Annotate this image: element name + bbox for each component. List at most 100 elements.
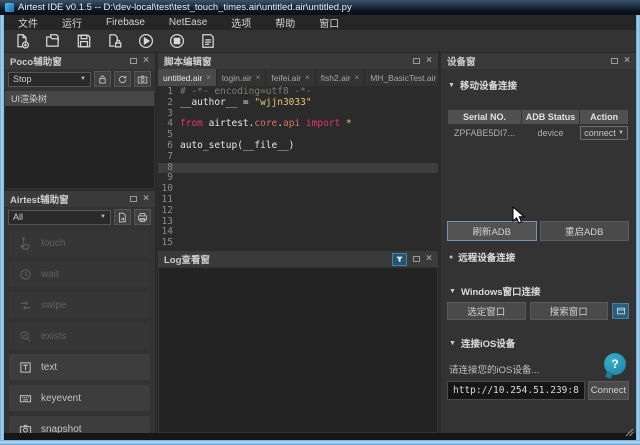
code-line-8[interactable]: 8: [158, 162, 438, 174]
code-line-7[interactable]: 7: [158, 151, 438, 163]
device-table: Serial NO. ADB Status Action ZPFABE5DI7.…: [447, 109, 629, 142]
float-icon[interactable]: [413, 256, 421, 262]
bottom-strip: [4, 433, 636, 440]
search-window-button[interactable]: 搜索窗口: [529, 302, 608, 320]
menu-item-5[interactable]: 帮助: [275, 15, 295, 30]
help-icon[interactable]: ?: [604, 353, 626, 375]
close-icon[interactable]: ×: [624, 56, 630, 66]
col-serial[interactable]: Serial NO.: [448, 110, 521, 124]
airtest-filter-select[interactable]: All ▼: [8, 209, 111, 225]
float-icon[interactable]: [130, 58, 138, 64]
log-panel-title: Log查看窗 ×: [158, 251, 438, 267]
code-editor[interactable]: 1 # -*- encoding=utf8 -*- 2 __author__ = "w…: [158, 86, 438, 249]
stop-script-button[interactable]: [167, 31, 187, 51]
menu-item-3[interactable]: NetEase: [169, 17, 207, 28]
action-keyevent-button[interactable]: keyevent: [9, 385, 150, 411]
ios-url-input[interactable]: [447, 381, 585, 400]
titlebar[interactable]: Airtest IDE v0.1.5 -- D:\dev-local\test\…: [0, 0, 640, 15]
ui-tree-area[interactable]: [5, 106, 154, 188]
code-line-4[interactable]: 4 from airtest.core.api import *: [158, 118, 438, 130]
resize-grip[interactable]: [625, 428, 634, 439]
refresh-button[interactable]: [114, 71, 131, 87]
code-line-15[interactable]: 15: [158, 237, 438, 249]
ui-tree-header[interactable]: UI渲染树: [5, 91, 154, 106]
ios-section-header[interactable]: ▼ 连接iOS设备: [449, 336, 515, 350]
code-line-6[interactable]: 6 auto_setup(__file__): [158, 140, 438, 152]
save-as-script-button[interactable]: [105, 31, 125, 51]
action-wait-button[interactable]: wait: [9, 261, 150, 287]
action-swipe-button[interactable]: swipe: [9, 292, 150, 318]
code-line-13[interactable]: 13: [158, 216, 438, 228]
airtest-toolbar: All ▼: [4, 207, 155, 227]
run-script-icon: [138, 33, 154, 49]
log-output-area[interactable]: [159, 268, 437, 432]
save-script-button[interactable]: [74, 31, 94, 51]
line-content: [180, 195, 438, 206]
tab-label: feifei.air: [271, 72, 302, 83]
menu-item-4[interactable]: 选项: [231, 15, 251, 30]
menu-item-2[interactable]: Firebase: [106, 17, 145, 28]
airtest-ide-window: Airtest IDE v0.1.5 -- D:\dev-local\test\…: [0, 0, 640, 445]
tab-2[interactable]: feifei.air ×: [266, 69, 316, 86]
action-text-button[interactable]: text: [9, 354, 150, 380]
insert-button[interactable]: [114, 209, 131, 225]
code-line-12[interactable]: 12: [158, 205, 438, 217]
close-icon[interactable]: ×: [426, 56, 432, 66]
tab-close-icon[interactable]: ×: [355, 73, 360, 82]
menu-item-1[interactable]: 运行: [62, 15, 82, 30]
tab-1[interactable]: login.air ×: [216, 69, 267, 86]
toolbar: [4, 30, 636, 53]
poco-toolbar: Stop ▼: [4, 69, 155, 89]
code-line-11[interactable]: 11: [158, 194, 438, 206]
embed-window-button[interactable]: [612, 303, 629, 319]
menu-item-6[interactable]: 窗口: [319, 15, 339, 30]
close-icon[interactable]: ×: [143, 194, 149, 204]
tab-close-icon[interactable]: ×: [206, 73, 211, 82]
editor-tabs: untitled.air × login.air × feifei.air × fish2.…: [158, 69, 438, 86]
remote-section-header[interactable]: ● 远程设备连接: [449, 250, 515, 264]
tab-label: fish2.air: [320, 72, 351, 83]
log-filter-button[interactable]: [392, 252, 408, 266]
printer-button[interactable]: [134, 209, 151, 225]
tab-0[interactable]: untitled.air ×: [158, 69, 217, 86]
restart-adb-button[interactable]: 重启ADB: [539, 221, 629, 241]
screenshot-button[interactable]: [134, 71, 151, 87]
view-log-button[interactable]: [198, 31, 218, 51]
menu-item-0[interactable]: 文件: [18, 15, 38, 30]
windows-section-header[interactable]: ▼ Windows窗口连接: [449, 284, 541, 298]
code-line-10[interactable]: 10: [158, 183, 438, 195]
device-serial[interactable]: ZPFABE5DI7...: [448, 125, 521, 141]
col-adb-status[interactable]: ADB Status: [521, 110, 580, 124]
float-icon[interactable]: [611, 58, 619, 64]
code-line-9[interactable]: 9: [158, 173, 438, 184]
float-icon[interactable]: [413, 58, 421, 64]
ios-connect-button[interactable]: Connect: [588, 381, 629, 400]
code-line-14[interactable]: 14: [158, 227, 438, 238]
close-icon[interactable]: ×: [143, 56, 149, 66]
refresh-adb-button[interactable]: 刷新ADB: [447, 221, 537, 241]
ios-section-label: 连接iOS设备: [460, 339, 516, 350]
code-line-2[interactable]: 2 __author__ = "wjjn3033": [158, 97, 438, 109]
float-icon[interactable]: [130, 196, 138, 202]
connect-action-select[interactable]: connect ▼: [580, 126, 628, 140]
col-action[interactable]: Action: [580, 110, 628, 124]
action-exists-button[interactable]: exists: [9, 323, 150, 349]
mobile-section-header[interactable]: ▼ 移动设备连接: [448, 78, 629, 92]
text-icon: [20, 361, 31, 373]
tab-3[interactable]: fish2.air ×: [315, 69, 366, 86]
new-script-button[interactable]: [12, 31, 32, 51]
tab-4[interactable]: MH_BasicTest.air×: [365, 69, 438, 86]
select-window-button[interactable]: 选定窗口: [447, 302, 526, 320]
tab-close-icon[interactable]: ×: [305, 73, 310, 82]
editor-panel-title: 脚本编辑窗 ×: [158, 53, 438, 69]
run-script-button[interactable]: [136, 31, 156, 51]
window-icon: [616, 307, 625, 315]
tab-close-icon[interactable]: ×: [256, 73, 261, 82]
action-touch-button[interactable]: touch: [9, 230, 150, 256]
lock-button[interactable]: [94, 71, 111, 87]
action-snapshot-button[interactable]: snapshot: [9, 416, 150, 433]
action-label: swipe: [41, 299, 67, 311]
poco-mode-select[interactable]: Stop ▼: [8, 71, 91, 87]
open-script-button[interactable]: [43, 31, 63, 51]
close-icon[interactable]: ×: [426, 254, 432, 264]
